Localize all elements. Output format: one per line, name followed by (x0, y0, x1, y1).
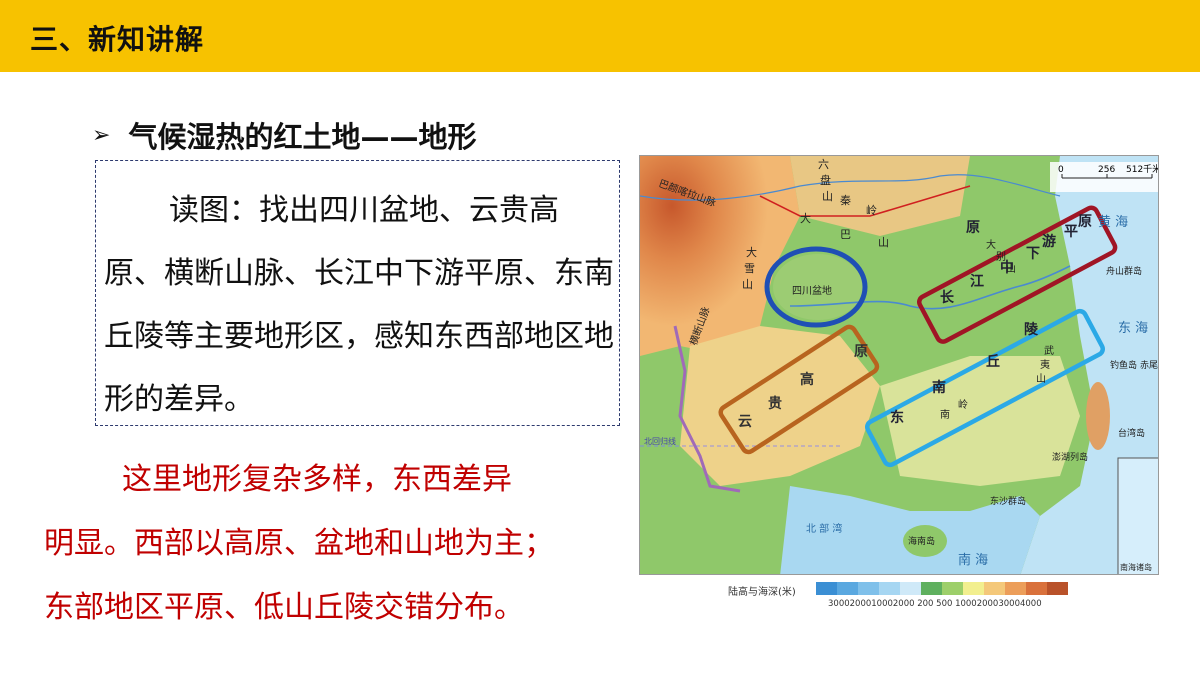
slide-heading: 气候湿热的红土地——地形 (128, 120, 477, 154)
scale-mid: 256 (1098, 165, 1115, 175)
terrain-map-svg: 0 256 512千米 四川盆地 云 贵 高 原 长 江 中 下 游 平 原 东… (640, 156, 1159, 574)
svg-text:山: 山 (822, 190, 833, 203)
legend-swatch (879, 582, 900, 595)
dongsha-label: 东沙群岛 (990, 495, 1026, 507)
svg-text:大: 大 (800, 211, 811, 225)
nanhai-inset (1117, 457, 1158, 574)
svg-text:雪: 雪 (744, 262, 755, 275)
diaoyu-label: 钓鱼岛 (1110, 359, 1137, 371)
legend-title: 陆高与海深(米) (728, 587, 796, 598)
legend-swatch (858, 582, 879, 595)
hainan-label: 海南岛 (908, 535, 935, 547)
svg-text:山: 山 (1036, 373, 1046, 385)
svg-text:原: 原 (854, 344, 868, 360)
bullet-heading-row: ➢ 气候湿热的红土地——地形 (92, 114, 476, 156)
sichuan-basin-label: 四川盆地 (792, 284, 832, 297)
svg-text:云: 云 (738, 414, 752, 430)
scale-max: 512千米 (1126, 163, 1159, 175)
nanhai-label: 南 海 (958, 552, 988, 568)
scale-zero: 0 (1058, 165, 1064, 175)
zhoushan-label: 舟山群岛 (1106, 265, 1142, 277)
task-text: 读图：找出四川盆地、云贵高原、横断山脉、长江中下游平原、东南丘陵等主要地形区，感… (104, 193, 614, 417)
legend-swatch (816, 582, 837, 595)
tropic-label: 北回归线 (644, 436, 676, 446)
legend-swatch (837, 582, 858, 595)
arrow-bullet-icon: ➢ (92, 122, 111, 148)
taiwan-label: 台湾岛 (1118, 427, 1145, 439)
svg-text:丘: 丘 (986, 354, 1000, 370)
svg-text:巴: 巴 (840, 228, 851, 241)
svg-text:山: 山 (1006, 263, 1016, 275)
svg-text:武: 武 (1044, 344, 1054, 357)
svg-text:大: 大 (986, 238, 996, 251)
svg-text:东: 东 (890, 409, 904, 426)
donghai-label: 东 海 (1118, 321, 1148, 336)
svg-text:夷: 夷 (1040, 358, 1050, 371)
svg-text:六: 六 (818, 158, 829, 171)
chiwei-label: 赤尾屿 (1140, 360, 1159, 371)
svg-text:山: 山 (878, 236, 889, 249)
svg-text:山: 山 (742, 278, 753, 291)
legend-ticks: 3000200010002000 200 500 100020003000400… (828, 599, 1042, 609)
svg-text:平: 平 (1064, 224, 1078, 240)
huanghai-label: 黄 海 (1098, 215, 1128, 230)
yuan-label: 原 (966, 220, 980, 236)
legend-swatch (963, 582, 984, 595)
svg-text:高: 高 (800, 371, 814, 388)
legend-color-bar (816, 582, 1068, 595)
svg-text:江: 江 (970, 273, 984, 290)
svg-text:原: 原 (1078, 214, 1092, 230)
svg-text:游: 游 (1042, 233, 1056, 250)
beibuwan-label: 北 部 湾 (806, 522, 842, 535)
conclusion-line-1: 这里地形复杂多样，东西差异 (122, 462, 512, 497)
svg-text:大: 大 (746, 245, 757, 259)
svg-text:南: 南 (940, 408, 950, 421)
svg-text:岭: 岭 (958, 398, 968, 411)
legend-swatch (942, 582, 963, 595)
svg-text:别: 别 (996, 251, 1006, 263)
svg-text:岭: 岭 (866, 203, 877, 217)
svg-text:长: 长 (940, 289, 955, 306)
legend-swatch (921, 582, 942, 595)
legend-swatch (1026, 582, 1047, 595)
nanhai-inset-label: 南海诸岛 (1120, 562, 1152, 572)
legend-swatch (1005, 582, 1026, 595)
conclusion-text: 这里地形复杂多样，东西差异 明显。西部以高原、盆地和山地为主； 东部地区平原、低… (44, 448, 644, 640)
conclusion-line-3: 东部地区平原、低山丘陵交错分布。 (44, 590, 524, 625)
elevation-legend: 陆高与海深(米) 3000200010002000 200 500 100020… (728, 580, 1108, 620)
task-box: 读图：找出四川盆地、云贵高原、横断山脉、长江中下游平原、东南丘陵等主要地形区，感… (95, 160, 620, 426)
svg-text:陵: 陵 (1024, 321, 1039, 338)
taiwan-island (1086, 382, 1110, 450)
penghu-label: 澎湖列岛 (1052, 451, 1088, 463)
svg-text:南: 南 (932, 379, 946, 396)
svg-text:秦: 秦 (840, 193, 851, 207)
svg-text:贵: 贵 (768, 395, 782, 412)
legend-swatch (1047, 582, 1068, 595)
conclusion-line-2: 明显。西部以高原、盆地和山地为主； (44, 526, 554, 561)
legend-swatch (984, 582, 1005, 595)
svg-text:下: 下 (1026, 246, 1040, 262)
section-title: 三、新知讲解 (30, 23, 205, 56)
legend-swatch (900, 582, 921, 595)
svg-text:盘: 盘 (820, 173, 831, 187)
terrain-map: 0 256 512千米 四川盆地 云 贵 高 原 长 江 中 下 游 平 原 东… (639, 155, 1159, 575)
